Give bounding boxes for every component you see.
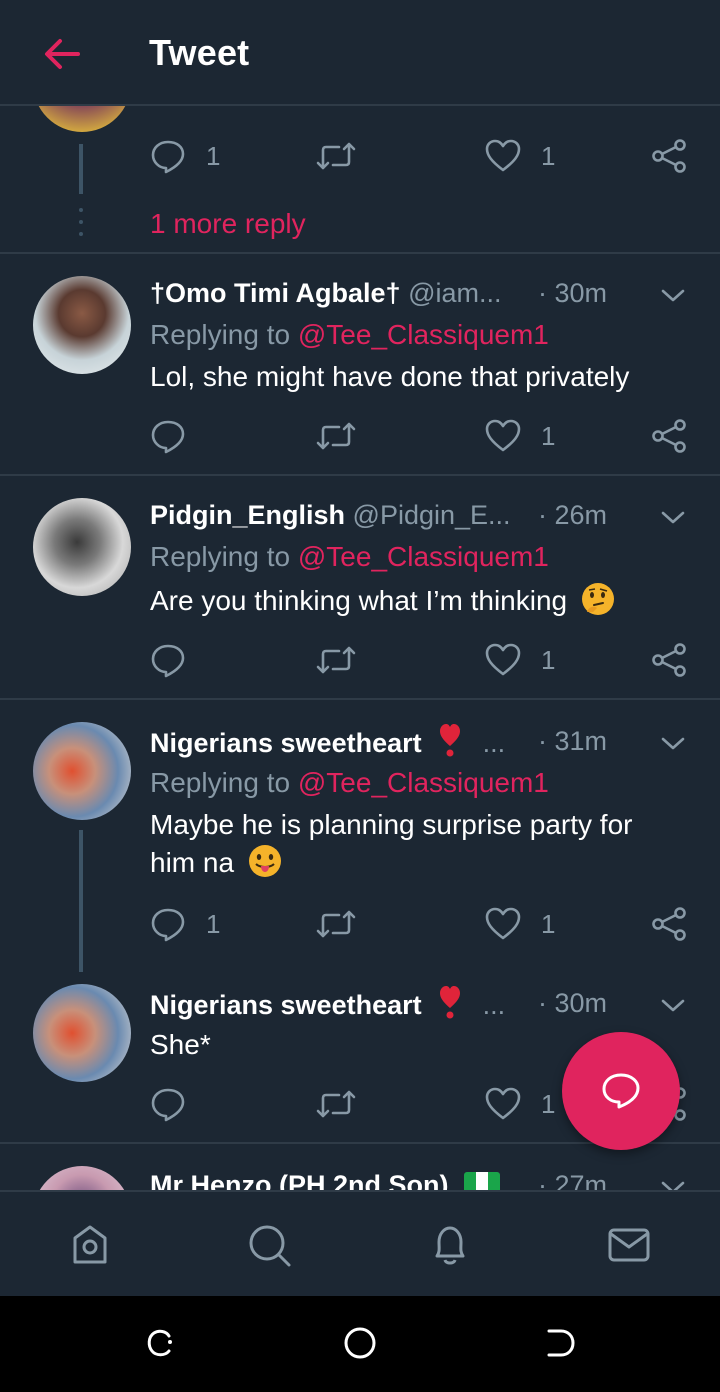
more-replies-link[interactable]: 1 more reply (150, 206, 306, 242)
share-icon[interactable] (650, 138, 688, 174)
reply-count: 1 (206, 909, 221, 939)
avatar[interactable] (33, 276, 131, 374)
reply-icon[interactable] (150, 642, 186, 678)
tweet-time: · 27m (538, 1170, 608, 1190)
reply-action[interactable]: 1 (150, 906, 220, 942)
chevron-down-icon[interactable] (660, 734, 686, 754)
replying-to: Replying to @Tee_Classiquem1 (150, 767, 549, 798)
like-count: 1 (541, 421, 556, 451)
mention-link[interactable]: @Tee_Classiquem1 (298, 767, 549, 798)
tweet-time: · 26m (538, 500, 608, 530)
bottom-navigation (0, 1190, 720, 1296)
replies-feed[interactable]: 1 1 1 more reply †Omo Timi Agbale† @iam.… (0, 106, 720, 1190)
share-icon[interactable] (650, 642, 688, 678)
avatar[interactable] (33, 1166, 131, 1190)
like-count: 1 (541, 909, 556, 939)
like-count: 1 (541, 1089, 556, 1119)
author-row: Mr Henzo (PH 2nd Son) (150, 1166, 501, 1190)
arrow-left-icon[interactable] (40, 34, 84, 74)
chevron-down-icon[interactable] (660, 1178, 686, 1190)
nigeria-flag-icon (464, 1172, 501, 1190)
author-name[interactable]: †Omo Timi Agbale† (150, 278, 401, 308)
retweet-icon[interactable] (315, 418, 357, 454)
system-navigation-bar (0, 1296, 720, 1392)
share-icon[interactable] (650, 906, 688, 942)
divider (0, 474, 720, 476)
divider (0, 252, 720, 254)
avatar[interactable] (33, 106, 131, 132)
like-action[interactable]: 1 (485, 138, 565, 174)
tweet-time: · 30m (538, 988, 608, 1018)
home-icon[interactable] (67, 1222, 113, 1268)
author-handle: ... (482, 990, 506, 1020)
retweet-icon[interactable] (315, 138, 357, 174)
notifications-bell-icon[interactable] (427, 1222, 473, 1268)
mention-link[interactable]: @Tee_Classiquem1 (298, 319, 549, 350)
replying-to: Replying to @Tee_Classiquem1 (150, 541, 549, 572)
reply-icon[interactable] (150, 1086, 186, 1122)
like-action[interactable]: 1 (485, 906, 565, 942)
author-handle: @Pidgin_E... (352, 500, 511, 530)
page-title: Tweet (149, 32, 250, 73)
author-row: Pidgin_English @Pidgin_E... (150, 496, 511, 534)
chevron-down-icon[interactable] (660, 996, 686, 1016)
avatar[interactable] (33, 984, 131, 1082)
like-action[interactable]: 1 (485, 1086, 565, 1122)
thread-line (79, 144, 83, 194)
author-name[interactable]: Mr Henzo (PH 2nd Son) (150, 1170, 449, 1190)
author-name[interactable]: Pidgin_English (150, 500, 345, 530)
top-app-bar: Tweet (0, 0, 720, 106)
like-count: 1 (541, 141, 556, 171)
divider (0, 698, 720, 700)
back-icon[interactable] (543, 1326, 577, 1360)
tweet-text: Lol, she might have done that privately (150, 361, 630, 392)
author-handle: ... (482, 728, 506, 758)
reply-icon[interactable] (150, 418, 186, 454)
retweet-icon[interactable] (315, 642, 357, 678)
share-icon[interactable] (650, 418, 688, 454)
thread-line (79, 830, 83, 972)
tweet-time: · 31m (538, 726, 608, 756)
reply-action[interactable]: 1 (150, 138, 220, 174)
heart-exclamation-emoji (439, 984, 461, 1020)
thinking-face-emoji (581, 582, 615, 616)
search-icon[interactable] (246, 1222, 292, 1268)
avatar[interactable] (33, 722, 131, 820)
chevron-down-icon[interactable] (660, 508, 686, 528)
messages-mail-icon[interactable] (606, 1222, 652, 1268)
replying-to: Replying to @Tee_Classiquem1 (150, 319, 549, 350)
author-name[interactable]: Nigerians sweetheart (150, 728, 422, 758)
author-row: Nigerians sweetheart ... (150, 984, 505, 1022)
chevron-down-icon[interactable] (660, 286, 686, 306)
thread-dots (79, 206, 83, 242)
retweet-icon[interactable] (315, 1086, 357, 1122)
author-handle: @iam... (408, 278, 502, 308)
like-action[interactable]: 1 (485, 642, 565, 678)
compose-reply-button[interactable] (562, 1032, 680, 1150)
author-row: †Omo Timi Agbale† @iam... (150, 274, 502, 312)
heart-exclamation-emoji (439, 722, 461, 758)
home-circle-icon[interactable] (343, 1326, 377, 1360)
author-row: Nigerians sweetheart ... (150, 722, 505, 760)
like-action[interactable]: 1 (485, 418, 565, 454)
author-name[interactable]: Nigerians sweetheart (150, 990, 422, 1020)
tongue-out-emoji (248, 844, 282, 878)
retweet-icon[interactable] (315, 906, 357, 942)
tweet-text: Maybe he is planning surprise party for … (150, 809, 633, 878)
recents-icon[interactable] (143, 1326, 177, 1360)
tweet-time: · 30m (538, 278, 608, 308)
mention-link[interactable]: @Tee_Classiquem1 (298, 541, 549, 572)
like-count: 1 (541, 645, 556, 675)
avatar[interactable] (33, 498, 131, 596)
tweet-text: Are you thinking what I’m thinking (150, 582, 690, 620)
compose-reply-icon (602, 1073, 640, 1109)
reply-count: 1 (206, 141, 221, 171)
